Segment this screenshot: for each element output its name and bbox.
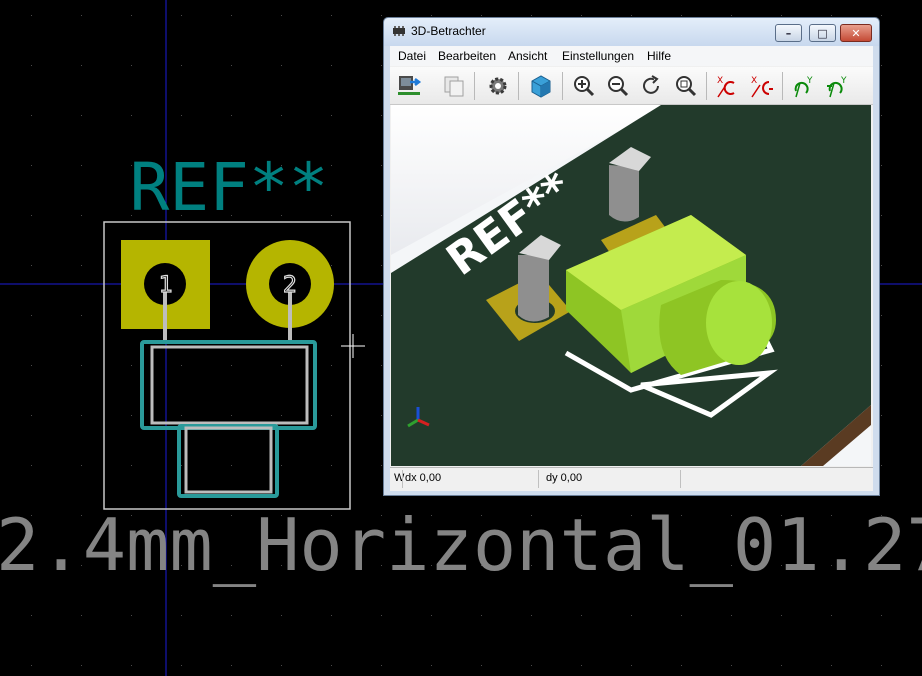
3d-viewer-window[interactable]: 3D-Betrachter – □ ✕ Datei Bearbeiten Ans…: [383, 17, 880, 496]
3d-box-icon[interactable]: [527, 73, 555, 99]
window-titlebar[interactable]: 3D-Betrachter – □ ✕: [384, 18, 879, 46]
copy-icon[interactable]: [440, 73, 468, 99]
status-bar: W dx 0,00 dy 0,00: [390, 467, 873, 491]
3d-render-view[interactable]: REF**: [391, 105, 871, 466]
maximize-icon: □: [817, 26, 828, 40]
reload-board-icon[interactable]: [396, 73, 424, 99]
window-title: 3D-Betrachter: [411, 24, 486, 38]
lead-1-3d: [518, 255, 549, 322]
toolbar: X X Y Y: [390, 67, 873, 105]
redraw-icon[interactable]: [638, 73, 666, 99]
pad-2-number: 2: [283, 273, 297, 298]
rotate-x-icon[interactable]: X: [714, 73, 742, 99]
minimize-icon: –: [785, 26, 792, 40]
svg-text:X: X: [751, 76, 757, 86]
ref-designator[interactable]: REF**: [130, 149, 329, 226]
menu-ansicht[interactable]: Ansicht: [508, 49, 547, 63]
window-client: Datei Bearbeiten Ansicht Einstellungen H…: [390, 46, 873, 491]
zoom-fit-icon[interactable]: [672, 73, 700, 99]
pad-1-number: 1: [159, 273, 173, 298]
zoom-in-icon[interactable]: [570, 73, 598, 99]
settings-gear-icon[interactable]: [484, 73, 512, 99]
svg-text:X: X: [717, 76, 723, 86]
menu-datei[interactable]: Datei: [398, 49, 426, 63]
menu-hilfe[interactable]: Hilfe: [647, 49, 671, 63]
maximize-button[interactable]: □: [809, 24, 836, 42]
rotate-x-reverse-icon[interactable]: X: [748, 73, 776, 99]
menu-bar: Datei Bearbeiten Ansicht Einstellungen H…: [390, 46, 873, 66]
menu-bearbeiten[interactable]: Bearbeiten: [438, 49, 496, 63]
lead-2-3d: [609, 165, 639, 222]
rotate-y-reverse-icon[interactable]: Y: [824, 73, 852, 99]
rotate-y-icon[interactable]: Y: [790, 73, 818, 99]
zoom-out-icon[interactable]: [604, 73, 632, 99]
minimize-button[interactable]: –: [775, 24, 802, 42]
close-icon: ✕: [851, 26, 861, 40]
footprint-value-text[interactable]: 2.4mm_Horizontal_01.27m: [0, 503, 922, 587]
status-dy: dy 0,00: [546, 472, 583, 484]
status-dx: dx 0,00: [405, 472, 442, 484]
chip-icon: [393, 26, 405, 36]
menu-einstellungen[interactable]: Einstellungen: [562, 49, 634, 63]
close-button[interactable]: ✕: [840, 24, 872, 42]
